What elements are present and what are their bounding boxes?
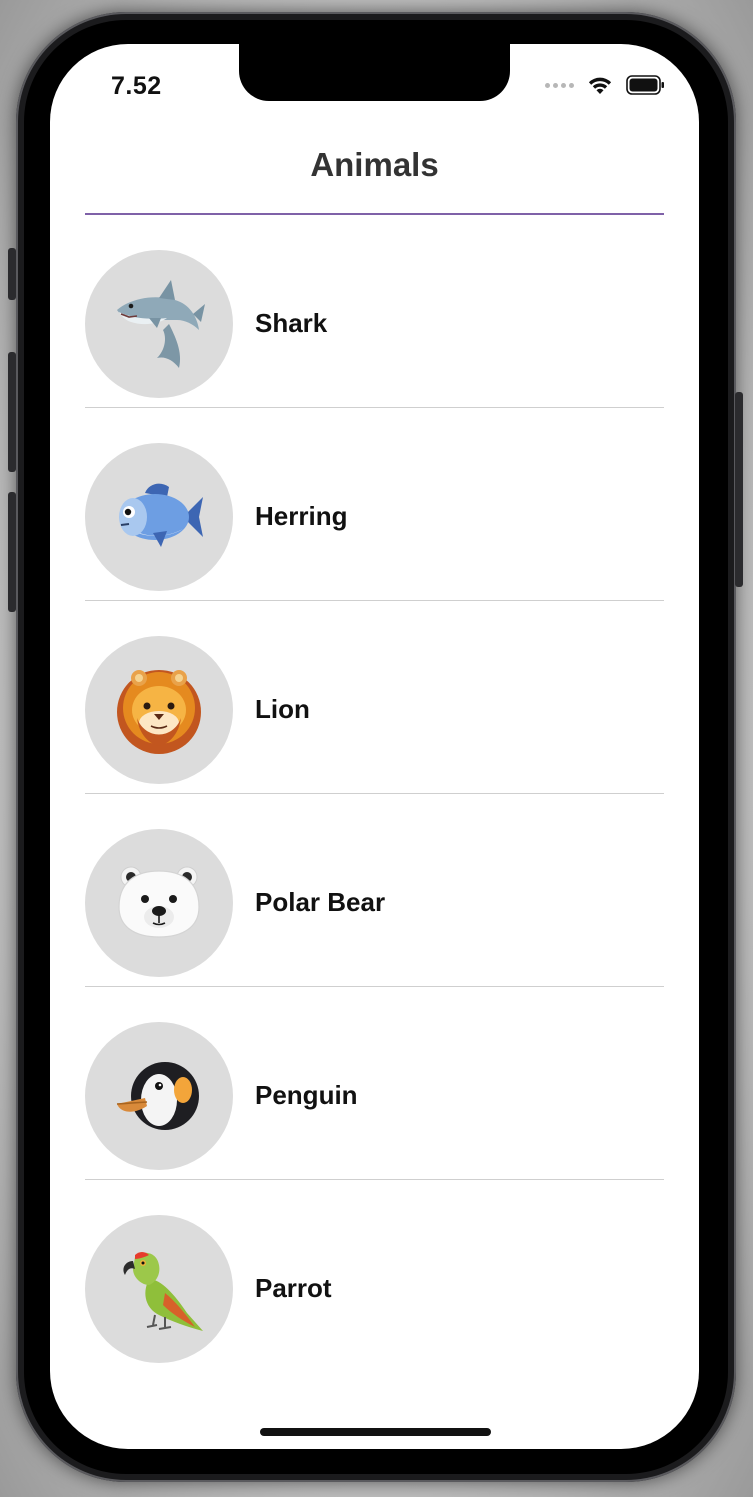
power-button (735, 392, 743, 587)
animal-name: Herring (255, 501, 348, 531)
animal-name: Penguin (255, 1080, 358, 1110)
cellular-signal-icon (545, 82, 574, 88)
list-item-parrot[interactable]: Parrot (85, 1180, 664, 1373)
app-screen: 7.52 Animals Shark Herring Lion Polar Be… (50, 44, 699, 1449)
notch (239, 44, 510, 101)
animal-name: Polar Bear (255, 887, 386, 917)
battery-icon (626, 75, 664, 95)
animal-list: Shark Herring Lion Polar Bear Penguin Pa… (85, 215, 664, 1373)
list-item-shark[interactable]: Shark (85, 215, 664, 408)
volume-down-button (8, 492, 16, 612)
avatar (85, 250, 233, 398)
status-icons (545, 74, 666, 96)
polar-bear-icon (118, 866, 200, 938)
parrot-icon (123, 1252, 203, 1331)
status-time: 7.52 (111, 72, 162, 100)
mute-switch (8, 248, 16, 300)
penguin-icon (116, 1062, 199, 1130)
list-item-polar-bear[interactable]: Polar Bear (85, 794, 664, 987)
lion-icon (117, 670, 201, 754)
animal-name: Parrot (255, 1273, 332, 1303)
volume-up-button (8, 352, 16, 472)
animal-name: Shark (255, 308, 328, 338)
fish-icon (119, 483, 203, 547)
wifi-icon (588, 77, 612, 94)
home-indicator[interactable] (260, 1428, 491, 1436)
avatar (85, 636, 233, 784)
list-item-penguin[interactable]: Penguin (85, 987, 664, 1180)
list-item-herring[interactable]: Herring (85, 408, 664, 601)
avatar (85, 1215, 233, 1363)
avatar (85, 829, 233, 977)
list-item-lion[interactable]: Lion (85, 601, 664, 794)
animal-name: Lion (255, 694, 310, 724)
avatar (85, 1022, 233, 1170)
page-title: Animals (310, 146, 439, 183)
avatar (85, 443, 233, 591)
shark-icon (117, 280, 205, 368)
